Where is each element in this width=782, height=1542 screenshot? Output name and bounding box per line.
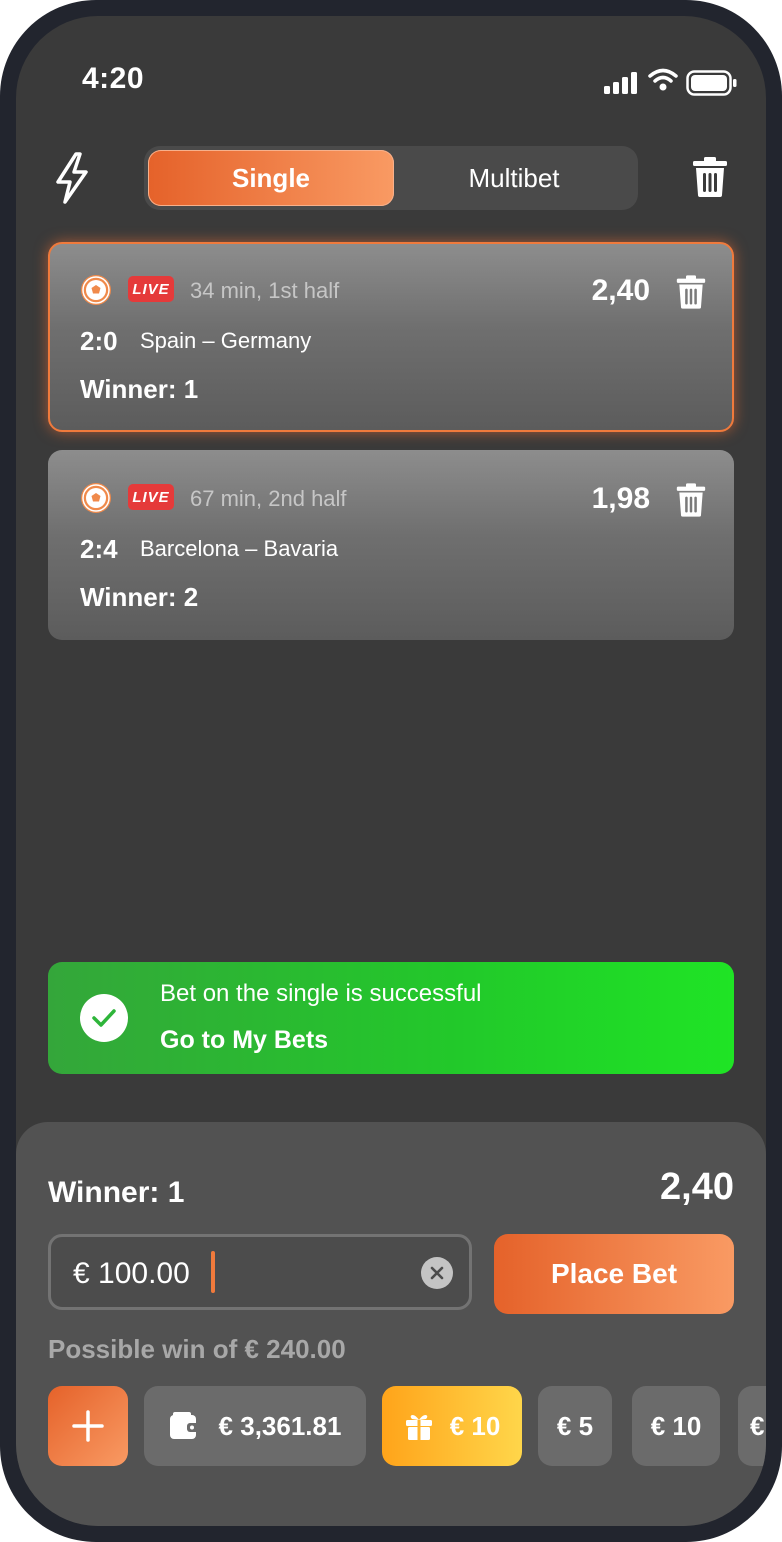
status-time: 4:20	[82, 62, 145, 95]
selection-odds: 2,40	[660, 1166, 734, 1208]
quick-stake-more[interactable]: €	[738, 1386, 766, 1466]
bonus-amount: € 10	[449, 1410, 501, 1441]
bet-card[interactable]: LIVE 67 min, 2nd half 1,98 2:4 Barcelona…	[48, 450, 734, 640]
bet-slip-sheet: Winner: 1 2,40 € 100.00 Place Bet Possib…	[16, 1122, 766, 1526]
match-time: 67 min, 2nd half	[190, 486, 347, 511]
stake-value: € 100.00	[73, 1257, 190, 1290]
soccer-ball-icon	[81, 483, 111, 513]
phone-frame: 4:20 Single Multibet LIVE 34 min, 1st ha…	[0, 0, 782, 1542]
bet-odds: 1,98	[591, 482, 650, 515]
live-badge: LIVE	[128, 276, 174, 302]
trash-icon[interactable]	[676, 482, 706, 518]
bet-odds: 2,40	[591, 274, 650, 307]
text-caret	[211, 1251, 215, 1293]
match-score: 2:4	[80, 534, 118, 564]
signal-icon	[604, 72, 637, 94]
screen: 4:20 Single Multibet LIVE 34 min, 1st ha…	[16, 16, 766, 1526]
place-bet-button[interactable]: Place Bet	[494, 1234, 734, 1314]
wallet-icon	[169, 1412, 200, 1439]
bolt-icon[interactable]	[52, 152, 92, 204]
bet-market: Winner: 2	[80, 582, 199, 612]
wifi-icon	[648, 68, 678, 91]
match-score: 2:0	[80, 326, 118, 356]
possible-win: Possible win of € 240.00	[48, 1334, 346, 1364]
soccer-ball-icon	[81, 275, 111, 305]
bet-market: Winner: 1	[80, 374, 199, 404]
tab-multibet[interactable]: Multibet	[394, 150, 634, 206]
toast-message: Bet on the single is successful	[160, 980, 482, 1007]
quick-stake-5[interactable]: € 5	[538, 1386, 612, 1466]
clear-icon[interactable]	[421, 1257, 453, 1289]
add-stake-button[interactable]	[48, 1386, 128, 1466]
live-badge: LIVE	[128, 484, 174, 510]
stake-input[interactable]: € 100.00	[48, 1234, 472, 1310]
go-to-my-bets-link[interactable]: Go to My Bets	[160, 1026, 328, 1055]
bet-card[interactable]: LIVE 34 min, 1st half 2,40 2:0 Spain – G…	[48, 242, 734, 432]
battery-icon	[686, 70, 737, 96]
gift-icon	[405, 1414, 432, 1440]
trash-icon[interactable]	[676, 274, 706, 310]
tab-single[interactable]: Single	[148, 150, 394, 206]
check-icon	[80, 994, 128, 1042]
balance-chip[interactable]: € 3,361.81	[144, 1386, 366, 1466]
match-time: 34 min, 1st half	[190, 278, 340, 303]
selection-label: Winner: 1	[48, 1176, 185, 1209]
bonus-chip[interactable]: € 10	[382, 1386, 522, 1466]
trash-icon[interactable]	[692, 156, 728, 198]
match-teams: Barcelona – Bavaria	[140, 536, 339, 561]
quick-stake-10[interactable]: € 10	[632, 1386, 720, 1466]
match-teams: Spain – Germany	[140, 328, 312, 353]
success-toast: Bet on the single is successful Go to My…	[48, 962, 734, 1074]
balance-amount: € 3,361.81	[218, 1410, 342, 1441]
plus-icon	[72, 1410, 104, 1442]
